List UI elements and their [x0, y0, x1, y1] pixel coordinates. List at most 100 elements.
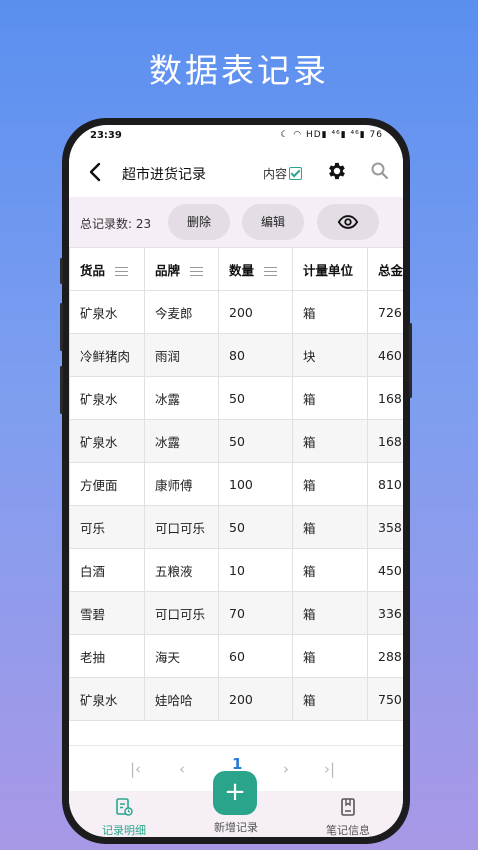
delete-button[interactable]: 删除 [168, 204, 230, 240]
record-toolbar: 总记录数: 23 删除 编辑 [69, 197, 403, 247]
table-row[interactable]: 白酒 五粮液 10 箱 450 [69, 548, 403, 592]
table-cell[interactable]: 100 [218, 462, 293, 506]
table-cell[interactable]: 老抽 [69, 634, 145, 678]
table-cell[interactable]: 358 [367, 505, 403, 549]
table-cell[interactable]: 336 [367, 591, 403, 635]
column-menu-icon[interactable] [264, 266, 278, 276]
table-cell[interactable]: 方便面 [69, 462, 145, 506]
table-cell[interactable]: 可口可乐 [144, 591, 219, 635]
first-page-button[interactable]: |‹ [130, 760, 141, 778]
last-page-button[interactable]: ›| [324, 760, 335, 778]
table-cell[interactable]: 白酒 [69, 548, 145, 592]
search-icon[interactable] [370, 161, 390, 181]
prev-page-button[interactable]: ‹ [179, 760, 185, 778]
view-toggle-button[interactable] [317, 204, 379, 240]
table-cell[interactable]: 50 [218, 419, 293, 463]
page-headline: 数据表记录 [149, 51, 329, 90]
add-record-button[interactable]: + [213, 771, 257, 815]
column-header-unit[interactable]: 计量单位 [292, 247, 368, 291]
table-cell[interactable]: 50 [218, 505, 293, 549]
table-row[interactable]: 矿泉水 娃哈哈 200 箱 750 [69, 677, 403, 721]
phone-side-button [60, 258, 63, 284]
table-cell[interactable]: 60 [218, 634, 293, 678]
nav-records[interactable]: 记录明细 [69, 797, 179, 837]
table-cell[interactable]: 娃哈哈 [144, 677, 219, 721]
table-cell[interactable]: 雪碧 [69, 591, 145, 635]
column-header-brand[interactable]: 品牌 [144, 247, 219, 291]
table-row[interactable]: 老抽 海天 60 箱 288 [69, 634, 403, 678]
column-header-label: 数量 [229, 262, 255, 278]
content-toggle[interactable]: 内容 [263, 165, 303, 182]
edit-button[interactable]: 编辑 [242, 204, 304, 240]
table-cell[interactable]: 70 [218, 591, 293, 635]
table-cell[interactable]: 810 [367, 462, 403, 506]
table-cell[interactable]: 康师傅 [144, 462, 219, 506]
table-row[interactable]: 矿泉水 冰露 50 箱 168 [69, 419, 403, 463]
table-cell[interactable]: 冷鲜猪肉 [69, 333, 145, 377]
table-cell[interactable]: 200 [218, 677, 293, 721]
table-cell[interactable]: 80 [218, 333, 293, 377]
table-cell[interactable]: 箱 [292, 634, 368, 678]
table-cell[interactable]: 冰露 [144, 376, 219, 420]
table-header-row: 货品 品牌 数量 计量单位 总金 [69, 247, 403, 291]
checkbox-checked-icon[interactable] [289, 167, 303, 180]
table-cell[interactable]: 726 [367, 290, 403, 334]
column-header-quantity[interactable]: 数量 [218, 247, 293, 291]
next-page-button[interactable]: › [283, 760, 289, 778]
table-cell[interactable]: 箱 [292, 591, 368, 635]
table-row[interactable]: 矿泉水 冰露 50 箱 168 [69, 376, 403, 420]
table-cell[interactable]: 箱 [292, 462, 368, 506]
table-cell[interactable]: 箱 [292, 548, 368, 592]
table-cell[interactable]: 矿泉水 [69, 376, 145, 420]
record-list-icon [116, 798, 133, 816]
table-cell[interactable]: 168 [367, 376, 403, 420]
table-row[interactable]: 可乐 可口可乐 50 箱 358 [69, 505, 403, 549]
table-cell[interactable]: 五粮液 [144, 548, 219, 592]
table-cell[interactable]: 10 [218, 548, 293, 592]
table-cell[interactable]: 288 [367, 634, 403, 678]
table-cell[interactable]: 箱 [292, 376, 368, 420]
column-header-label: 总金 [378, 262, 403, 278]
status-time: 23:39 [90, 130, 122, 141]
table-cell[interactable]: 箱 [292, 290, 368, 334]
table-cell[interactable]: 200 [218, 290, 293, 334]
nav-add-label: 新增记录 [214, 821, 258, 834]
table-cell[interactable]: 可乐 [69, 505, 145, 549]
column-menu-icon[interactable] [115, 266, 129, 276]
table-row[interactable]: 冷鲜猪肉 雨润 80 块 460 [69, 333, 403, 377]
table-cell[interactable]: 冰露 [144, 419, 219, 463]
nav-add[interactable]: 新增记录 [181, 817, 291, 835]
table-cell[interactable]: 块 [292, 333, 368, 377]
phone-screen: 23:39 ☾ ◠ HD▮ ⁴⁶▮ ⁴⁶▮ 76 超市进货记录 内容 总记录数:… [69, 125, 403, 837]
table-cell[interactable]: 箱 [292, 505, 368, 549]
table-cell[interactable]: 可口可乐 [144, 505, 219, 549]
table-cell[interactable]: 矿泉水 [69, 290, 145, 334]
table-cell[interactable]: 矿泉水 [69, 677, 145, 721]
table-cell[interactable]: 海天 [144, 634, 219, 678]
notes-icon [341, 798, 355, 816]
table-cell[interactable]: 450 [367, 548, 403, 592]
column-header-label: 货品 [80, 262, 106, 278]
table-cell[interactable]: 箱 [292, 677, 368, 721]
data-table[interactable]: 货品 品牌 数量 计量单位 总金 矿泉水 今麦郎 200 箱 726 冷鲜猪肉 雨润 80 块… [69, 247, 403, 745]
column-menu-icon[interactable] [190, 266, 204, 276]
table-cell[interactable]: 箱 [292, 419, 368, 463]
column-header-goods[interactable]: 货品 [69, 247, 145, 291]
table-row[interactable]: 矿泉水 今麦郎 200 箱 726 [69, 290, 403, 334]
table-row[interactable]: 方便面 康师傅 100 箱 810 [69, 462, 403, 506]
table-cell[interactable]: 今麦郎 [144, 290, 219, 334]
eye-icon [337, 215, 359, 229]
table-cell[interactable]: 50 [218, 376, 293, 420]
table-row[interactable]: 雪碧 可口可乐 70 箱 336 [69, 591, 403, 635]
nav-notes[interactable]: 笔记信息 [293, 797, 403, 837]
nav-notes-label: 笔记信息 [326, 824, 370, 837]
gear-icon[interactable] [326, 160, 348, 182]
column-header-total[interactable]: 总金 [367, 247, 403, 291]
record-count: 总记录数: 23 [80, 217, 152, 231]
table-cell[interactable]: 750 [367, 677, 403, 721]
table-cell[interactable]: 168 [367, 419, 403, 463]
table-cell[interactable]: 460 [367, 333, 403, 377]
table-cell[interactable]: 雨润 [144, 333, 219, 377]
table-cell[interactable]: 矿泉水 [69, 419, 145, 463]
back-arrow-icon[interactable] [85, 159, 107, 185]
